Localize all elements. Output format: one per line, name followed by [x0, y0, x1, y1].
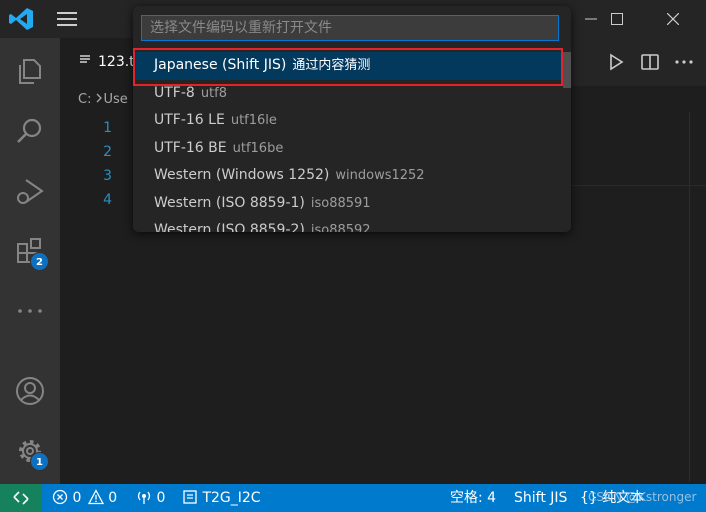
ellipsis-icon — [18, 309, 42, 313]
encoding-option-windows1252[interactable]: Western (Windows 1252) windows1252 — [133, 162, 571, 190]
split-editor-icon — [641, 54, 659, 70]
option-label: UTF-16 BE — [154, 139, 227, 156]
extensions-badge: 2 — [30, 252, 49, 271]
explorer-button[interactable] — [0, 44, 60, 96]
minimap-divider — [689, 112, 690, 482]
search-button[interactable] — [0, 104, 60, 156]
text-file-icon — [80, 55, 90, 63]
error-icon — [52, 489, 68, 505]
ports-count: 0 — [156, 490, 166, 506]
extensions-button[interactable]: 2 — [0, 224, 60, 276]
warning-count: 0 — [108, 490, 118, 506]
ellipsis-icon — [675, 60, 693, 64]
file-tree-icon — [183, 490, 197, 504]
problems-indicator[interactable]: 0 0 — [52, 484, 117, 512]
option-description: utf8 — [200, 85, 227, 101]
run-debug-icon — [17, 179, 44, 204]
warning-icon — [87, 489, 104, 505]
vscode-logo-icon — [9, 8, 33, 30]
current-line-highlight — [572, 185, 706, 186]
option-label: UTF-16 LE — [154, 112, 225, 128]
remote-indicator[interactable] — [0, 484, 42, 512]
more-views-button[interactable] — [0, 284, 60, 336]
option-label: Western (ISO 8859-2) — [154, 222, 305, 232]
line-number: 1 — [103, 120, 112, 136]
close-icon — [667, 13, 679, 25]
maximize-icon — [611, 13, 623, 25]
breadcrumb[interactable]: C: Use — [78, 92, 128, 107]
play-icon — [610, 53, 624, 71]
quick-pick-input-box[interactable] — [141, 15, 559, 41]
ports-indicator[interactable]: 0 — [136, 484, 165, 512]
quick-pick-input[interactable] — [142, 16, 558, 40]
line-number: 4 — [103, 192, 112, 208]
line-number: 2 — [103, 144, 112, 160]
watermark: CSDN @Kstronger — [588, 490, 697, 504]
encoding-indicator[interactable]: Shift JIS — [514, 484, 567, 512]
maximize-button[interactable] — [594, 0, 640, 38]
option-label: Western (Windows 1252) — [154, 167, 330, 183]
option-label: UTF-8 — [154, 84, 195, 101]
menu-icon[interactable] — [54, 9, 80, 29]
broadcast-icon — [137, 491, 151, 504]
account-icon — [16, 377, 44, 405]
branch-indicator[interactable]: T2G_I2C — [182, 484, 261, 512]
option-description: utf16be — [232, 140, 284, 156]
remote-icon — [13, 491, 29, 505]
chevron-right-icon — [91, 92, 103, 107]
annotation-highlight-box — [133, 48, 563, 86]
tab-label: 123.t — [98, 54, 135, 70]
run-button[interactable] — [606, 52, 626, 72]
option-description: iso88591 — [310, 195, 371, 211]
breadcrumb-drive[interactable]: C: — [78, 92, 91, 107]
activity-bar: 2 1 — [0, 38, 60, 484]
files-icon — [19, 59, 41, 84]
manage-button[interactable]: 1 — [0, 424, 60, 476]
encoding-quick-pick: Japanese (Shift JIS)通过内容猜测 UTF-8utf8 UTF… — [133, 6, 571, 232]
line-number: 3 — [103, 168, 112, 184]
branch-name: T2G_I2C — [202, 490, 261, 506]
option-description: iso88592 — [310, 223, 371, 232]
encoding-option-iso88591[interactable]: Western (ISO 8859-1) iso88591 — [133, 190, 571, 218]
split-editor-button[interactable] — [640, 52, 660, 72]
manage-badge: 1 — [30, 452, 49, 471]
error-count: 0 — [72, 490, 82, 506]
accounts-button[interactable] — [0, 364, 60, 416]
encoding-option-utf16le[interactable]: UTF-16 LE utf16le — [133, 107, 571, 135]
encoding-option-iso88592[interactable]: Western (ISO 8859-2) iso88592 — [133, 217, 571, 232]
option-label: Western (ISO 8859-1) — [154, 194, 305, 211]
more-actions-button[interactable] — [674, 52, 694, 72]
line-number-gutter: 1 2 3 4 — [82, 116, 112, 212]
indentation-indicator[interactable]: 空格: 4 — [450, 484, 496, 512]
option-description: utf16le — [230, 113, 277, 128]
close-button[interactable] — [650, 0, 696, 38]
search-icon — [17, 118, 42, 143]
encoding-option-utf16be[interactable]: UTF-16 BE utf16be — [133, 135, 571, 163]
option-description: windows1252 — [335, 168, 425, 183]
breadcrumb-folder[interactable]: Use — [103, 92, 127, 107]
list-scrollbar[interactable] — [563, 52, 571, 88]
editor-actions — [606, 52, 696, 72]
run-debug-button[interactable] — [0, 164, 60, 216]
